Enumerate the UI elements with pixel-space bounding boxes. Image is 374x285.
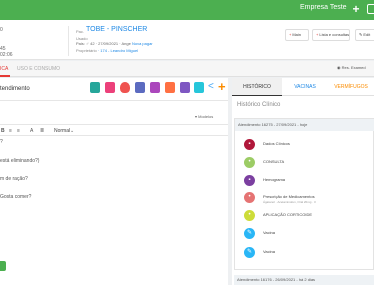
history-item-label: Vacina <box>263 230 275 235</box>
patient-name[interactable]: TOBE - PINSCHER <box>86 26 147 33</box>
history-item[interactable]: • APLICAÇÃO CORTICOIDE <box>244 208 372 222</box>
modelos-select[interactable]: ▾ Modelos <box>195 114 213 119</box>
history-item-label: Vacina <box>263 249 275 254</box>
history-item[interactable]: • Prescrição de Medicamentos Ágatanol · … <box>244 190 372 204</box>
save-button[interactable] <box>0 261 6 271</box>
history-item[interactable]: • CONSULTA <box>244 155 372 169</box>
tab-vacinas[interactable]: VACINAS <box>282 78 328 96</box>
chat-icon[interactable] <box>150 82 160 93</box>
list-icon[interactable]: ≡ <box>9 128 12 134</box>
attendance-header-previous[interactable]: Atendimento 16176 - 26/09/2021 - há 2 di… <box>234 275 374 285</box>
company-name[interactable]: Empresa Teste <box>300 4 347 11</box>
clipboard-icon: ▪ <box>244 139 255 150</box>
modelos-label: Modelos <box>198 114 214 119</box>
main-button[interactable]: +Main <box>285 29 309 41</box>
history-item-label: CONSULTA <box>263 159 285 164</box>
tab-vermifugos[interactable]: VERMÍFUGOS <box>328 78 374 96</box>
history-item[interactable]: ▪ Dados Clínicos <box>244 137 372 151</box>
divider <box>0 100 228 101</box>
patient-label: Pac. <box>76 29 85 34</box>
owner-label: Proprietário <box>76 48 97 53</box>
chevron-down-icon[interactable]: ⌄ <box>70 128 74 134</box>
plus-icon: + <box>316 32 319 37</box>
panel-title: tendimento <box>0 86 30 92</box>
align-icon[interactable]: ≣ <box>40 128 44 134</box>
tab-underline <box>0 75 10 77</box>
pencil-icon: ✎ <box>244 228 255 239</box>
history-item-sub: Ágatanol · Acetaminofen, Oral 20mg · 3 <box>263 200 316 204</box>
clipboard-icon[interactable] <box>105 82 115 93</box>
add-icon[interactable]: + <box>218 80 228 93</box>
edit-icon: ✎ <box>359 32 363 37</box>
history-item-label: APLICAÇÃO CORTICOIDE <box>263 212 313 217</box>
format-select[interactable]: Normal <box>54 128 70 134</box>
font-color-icon[interactable]: A <box>30 128 33 134</box>
history-title: Histórico Clínico <box>237 102 281 108</box>
question-1: ? <box>0 139 3 145</box>
owner-link[interactable]: · 174 - Leandro Miguel <box>98 48 138 53</box>
bold-icon[interactable]: B <box>1 128 5 134</box>
question-2: está eliminando?) <box>0 158 40 164</box>
question-4: Gosta comer? <box>0 194 32 200</box>
owner-line: Proprietário · 174 - Leandro Miguel <box>76 48 138 53</box>
consultas-button[interactable]: +Lista e consultas <box>312 29 350 41</box>
pills-icon: • <box>244 192 255 203</box>
editor-toolbar: B ≡ ≡ A ≣ Normal ⌄ <box>0 124 228 136</box>
pencil-icon: ✎ <box>244 247 255 258</box>
pills-icon[interactable] <box>165 82 175 93</box>
document-icon[interactable] <box>135 82 145 93</box>
responsavel-label: Res. Examed <box>341 65 366 70</box>
tabs-bar: ICA USO E CONSUMO ◉ Res. Examed <box>0 61 374 77</box>
history-item[interactable]: ✎ Vacina <box>244 245 372 259</box>
chart-icon[interactable] <box>194 82 204 93</box>
history-item-label: Hemograma <box>263 177 286 182</box>
patient-details: Pais: ♂ 42 · 27/09/2021 · Ange Nova paga… <box>76 41 153 46</box>
history-item-label: Prescrição de Medicamentos <box>263 194 315 199</box>
left-info-3: 02:06 <box>0 52 13 58</box>
tab-uso-consumo[interactable]: USO E CONSUMO <box>17 66 60 72</box>
main-button-label: Main <box>292 32 302 37</box>
add-icon[interactable]: + <box>351 1 361 17</box>
attendance-header[interactable]: Atendimento 16275 - 27/09/2021 - hoje <box>235 119 374 131</box>
divider <box>68 26 69 56</box>
history-card: Atendimento 16275 - 27/09/2021 - hoje ▪ … <box>234 118 374 270</box>
attendance-panel: tendimento < + ▾ Modelos B ≡ ≡ A ≣ Norma… <box>0 78 228 285</box>
history-item-label: Dados Clínicos <box>263 141 290 146</box>
plus-icon: + <box>289 32 292 37</box>
syringe-icon: • <box>244 210 255 221</box>
question-3: m de ração? <box>0 176 28 182</box>
history-item[interactable]: ✎ Vacina <box>244 226 372 240</box>
edit-button-label: Edit <box>363 32 371 37</box>
patient-header: 0 45 02:06 Pac. TOBE - PINSCHER Usado Pa… <box>0 20 374 60</box>
patient-details-link[interactable]: Nova pagar <box>132 41 153 46</box>
share-icon[interactable]: < <box>208 82 218 93</box>
window-icon[interactable] <box>367 4 374 14</box>
consultas-button-label: Lista e consultas <box>319 32 350 37</box>
tab-active[interactable]: ICA <box>0 66 8 72</box>
flask-icon[interactable] <box>180 82 190 93</box>
stethoscope-icon: • <box>244 157 255 168</box>
medical-kit-icon[interactable] <box>90 82 100 93</box>
document-icon: ▪ <box>244 175 255 186</box>
edit-button[interactable]: ✎Edit <box>355 29 374 41</box>
patient-details-text: Pais: ♂ 42 · 27/09/2021 · Ange <box>76 41 131 46</box>
history-panel: HISTÓRICO VACINAS VERMÍFUGOS Histórico C… <box>232 78 374 285</box>
tab-historico[interactable]: HISTÓRICO <box>232 78 282 96</box>
heart-icon[interactable] <box>120 82 130 93</box>
history-item[interactable]: ▪ Hemograma <box>244 173 372 187</box>
top-bar: Empresa Teste + <box>0 0 374 20</box>
history-tabs: HISTÓRICO VACINAS VERMÍFUGOS <box>232 78 374 96</box>
responsavel-select[interactable]: ◉ Res. Examed <box>337 65 366 70</box>
list-icon-2[interactable]: ≡ <box>17 128 20 134</box>
left-info-1: 0 <box>0 27 3 33</box>
